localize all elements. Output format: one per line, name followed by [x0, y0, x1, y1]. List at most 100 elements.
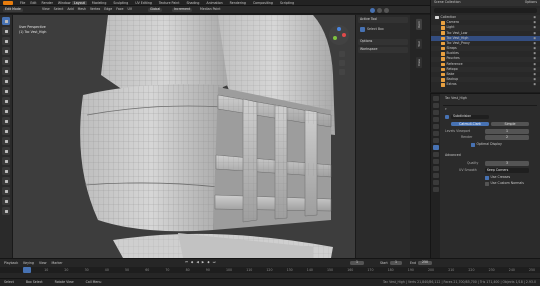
- poly-build-icon[interactable]: [2, 147, 10, 155]
- tab-item[interactable]: Item: [416, 19, 422, 30]
- x-axis-icon[interactable]: [342, 33, 346, 37]
- viewport-menu-vertex[interactable]: Vertex: [90, 7, 100, 11]
- tab-view[interactable]: View: [416, 57, 422, 69]
- menu-window[interactable]: Window: [58, 1, 71, 5]
- edge-slide-icon[interactable]: [2, 177, 10, 185]
- uv-smooth-select[interactable]: Keep Corners: [485, 168, 529, 173]
- render-tab-icon[interactable]: [432, 103, 439, 108]
- mode-selector[interactable]: Edit Mode: [3, 8, 23, 12]
- visibility-icon[interactable]: ◉: [533, 20, 536, 24]
- outliner-filter-button[interactable]: Options: [525, 1, 537, 4]
- frame-ruler[interactable]: 0102030405060708090100110120130140150160…: [0, 267, 540, 273]
- output-tab-icon[interactable]: [432, 110, 439, 115]
- workspace-header[interactable]: Workspace: [358, 47, 408, 53]
- smooth-icon[interactable]: [2, 167, 10, 175]
- simple-button[interactable]: Simple: [491, 122, 529, 127]
- tab-shading[interactable]: Shading: [184, 1, 201, 5]
- timeline-menu-marker[interactable]: Marker: [52, 261, 63, 265]
- advanced-header[interactable]: Advanced: [445, 153, 461, 157]
- render-levels-field[interactable]: 2: [485, 135, 529, 140]
- tab-modeling[interactable]: Modeling: [90, 1, 109, 5]
- visibility-icon[interactable]: ◉: [533, 26, 536, 29]
- viewport-menu-view[interactable]: View: [42, 7, 50, 11]
- visibility-icon[interactable]: ◉: [533, 67, 536, 71]
- transform-icon[interactable]: [2, 67, 10, 75]
- shrink-fatten-icon[interactable]: [2, 187, 10, 195]
- menu-render[interactable]: Render: [42, 1, 53, 5]
- jump-end-icon[interactable]: ⏭: [213, 260, 216, 264]
- options-header[interactable]: Options: [358, 39, 408, 45]
- select-box-icon[interactable]: [2, 17, 10, 25]
- shading-material-icon[interactable]: [377, 7, 382, 13]
- data-tab-icon[interactable]: [432, 173, 439, 178]
- tab-scripting[interactable]: Scripting: [278, 1, 296, 5]
- zoom-icon[interactable]: [339, 51, 345, 57]
- timeline-menu-view[interactable]: View: [39, 261, 47, 265]
- rotate-icon[interactable]: [2, 47, 10, 55]
- navigation-gizmo[interactable]: [329, 25, 349, 45]
- visibility-icon[interactable]: ◉: [533, 36, 536, 40]
- physics-tab-icon[interactable]: [432, 159, 439, 164]
- shading-rendered-icon[interactable]: [384, 7, 389, 13]
- tab-compositing[interactable]: Compositing: [251, 1, 275, 5]
- quality-field[interactable]: 3: [485, 161, 529, 166]
- 3d-viewport[interactable]: User Perspective (1) Tac Vest_High: [13, 15, 355, 258]
- viewport-menu-face[interactable]: Face: [116, 7, 123, 11]
- menu-edit[interactable]: Edit: [30, 1, 36, 5]
- spin-icon[interactable]: [2, 157, 10, 165]
- material-tab-icon[interactable]: [432, 180, 439, 185]
- loop-cut-icon[interactable]: [2, 127, 10, 135]
- pan-icon[interactable]: [339, 60, 345, 66]
- particles-tab-icon[interactable]: [432, 152, 439, 157]
- levels-viewport-field[interactable]: 1: [485, 129, 529, 134]
- visibility-icon[interactable]: ◉: [533, 78, 536, 81]
- shear-icon[interactable]: [2, 197, 10, 205]
- z-axis-icon[interactable]: [337, 27, 341, 31]
- timeline-menu-keying[interactable]: Keying: [23, 261, 34, 265]
- cursor-icon[interactable]: [2, 27, 10, 35]
- viewport-menu-uv[interactable]: UV: [128, 7, 133, 11]
- end-frame-field[interactable]: 250: [418, 261, 432, 266]
- rip-region-icon[interactable]: [2, 207, 10, 215]
- active-tool-header[interactable]: Active Tool: [358, 17, 408, 23]
- inset-icon[interactable]: [2, 107, 10, 115]
- measure-icon[interactable]: [2, 87, 10, 95]
- tab-rendering[interactable]: Rendering: [228, 1, 248, 5]
- visibility-icon[interactable]: ◉: [533, 62, 536, 66]
- catmull-clark-button[interactable]: Catmull-Clark: [451, 122, 489, 127]
- optimal-display-checkbox[interactable]: [471, 143, 475, 147]
- visibility-icon[interactable]: ◉: [533, 41, 536, 45]
- orientation-selector[interactable]: Global: [148, 8, 163, 12]
- play-icon[interactable]: ▶: [202, 260, 204, 264]
- tab-tool[interactable]: Tool: [416, 39, 422, 49]
- blender-logo-icon[interactable]: [3, 1, 13, 5]
- visibility-icon[interactable]: ◉: [533, 83, 536, 86]
- start-frame-field[interactable]: 1: [390, 261, 402, 266]
- add-modifier-button[interactable]: ▾: [445, 107, 447, 111]
- modifier-name-input[interactable]: Subdivision: [451, 114, 489, 119]
- visibility-icon[interactable]: ◉: [533, 15, 536, 19]
- tab-layout[interactable]: Layout: [72, 1, 87, 6]
- current-frame-field[interactable]: 1: [350, 261, 364, 266]
- viewport-menu-add[interactable]: Add: [67, 7, 73, 11]
- object-tab-icon[interactable]: [432, 138, 439, 143]
- camera-view-icon[interactable]: [339, 69, 345, 75]
- next-keyframe-icon[interactable]: ◆: [207, 260, 209, 264]
- visibility-icon[interactable]: ◉: [533, 31, 536, 35]
- menu-file[interactable]: File: [20, 1, 25, 5]
- extrude-icon[interactable]: [2, 97, 10, 105]
- tool-tab-icon[interactable]: [432, 96, 439, 101]
- viewport-menu-edge[interactable]: Edge: [104, 7, 112, 11]
- scene-tab-icon[interactable]: [432, 124, 439, 129]
- use-creases-checkbox[interactable]: [485, 176, 489, 180]
- use-custom-normals-checkbox[interactable]: [485, 182, 489, 186]
- play-reverse-icon[interactable]: ◀: [196, 260, 198, 264]
- shading-solid-icon[interactable]: [370, 7, 375, 13]
- move-icon[interactable]: [2, 37, 10, 45]
- visibility-icon[interactable]: ◉: [533, 52, 536, 55]
- tab-uv-editing[interactable]: UV Editing: [133, 1, 154, 5]
- world-tab-icon[interactable]: [432, 131, 439, 136]
- texture-tab-icon[interactable]: [432, 187, 439, 192]
- outliner-search-input[interactable]: [434, 8, 537, 13]
- y-axis-icon[interactable]: [333, 36, 337, 40]
